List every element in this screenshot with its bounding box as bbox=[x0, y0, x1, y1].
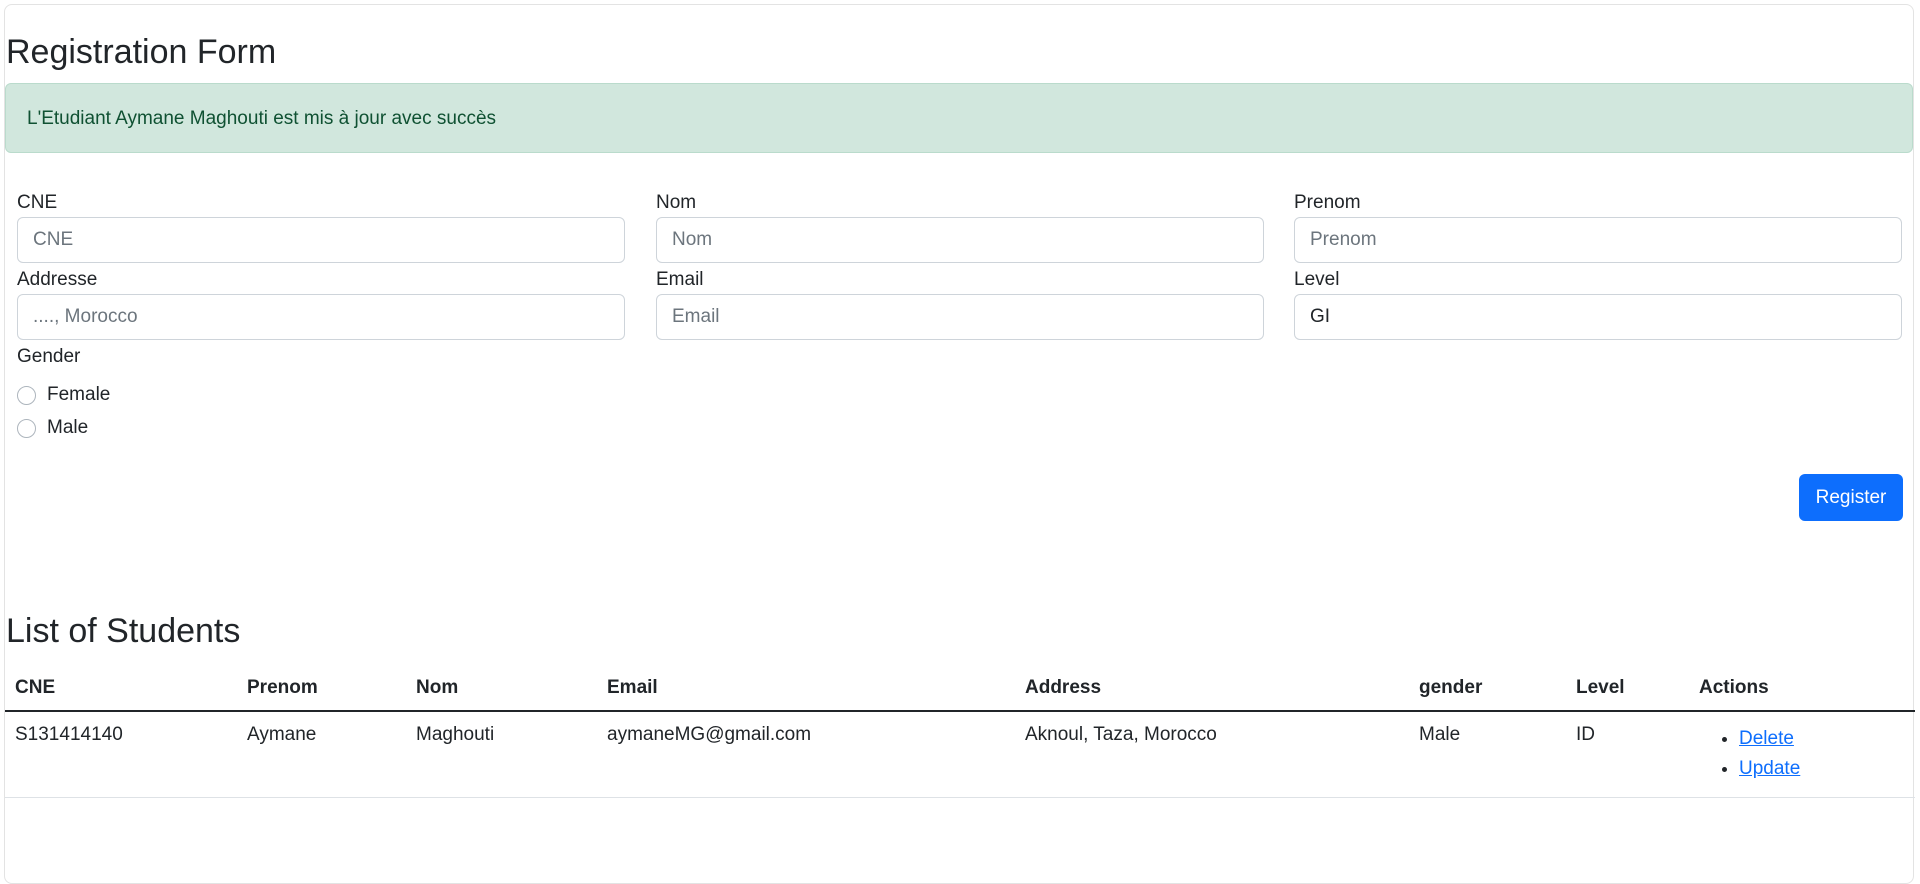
nom-input[interactable] bbox=[656, 217, 1264, 263]
cell-actions: Delete Update bbox=[1689, 711, 1915, 798]
action-item: Update bbox=[1739, 754, 1905, 784]
table-row: S131414140 Aymane Maghouti aymaneMG@gmai… bbox=[5, 711, 1915, 798]
action-item: Delete bbox=[1739, 724, 1905, 754]
column-header: gender bbox=[1409, 665, 1566, 712]
prenom-input[interactable] bbox=[1294, 217, 1902, 263]
prenom-label: Prenom bbox=[1294, 192, 1361, 213]
students-table: CNE Prenom Nom Email Address gender Leve… bbox=[5, 665, 1915, 798]
success-alert: L'Etudiant Aymane Maghouti est mis à jou… bbox=[5, 83, 1913, 153]
nom-label: Nom bbox=[656, 192, 697, 213]
column-header: Address bbox=[1015, 665, 1409, 712]
female-radio[interactable] bbox=[17, 385, 36, 405]
email-label: Email bbox=[656, 269, 704, 290]
address-label: Addresse bbox=[17, 269, 98, 290]
gender-label: Gender bbox=[17, 346, 81, 367]
male-radio[interactable] bbox=[17, 418, 36, 438]
gender-option-female[interactable]: Female bbox=[17, 383, 110, 407]
cell-address: Aknoul, Taza, Morocco bbox=[1015, 711, 1409, 798]
register-button[interactable]: Register bbox=[1799, 474, 1903, 521]
update-link[interactable]: Update bbox=[1739, 758, 1800, 779]
cell-prenom: Aymane bbox=[237, 711, 406, 798]
cell-email: aymaneMG@gmail.com bbox=[597, 711, 1015, 798]
cne-input[interactable] bbox=[17, 217, 625, 263]
cell-level: ID bbox=[1566, 711, 1689, 798]
cell-gender: Male bbox=[1409, 711, 1566, 798]
level-input[interactable] bbox=[1294, 294, 1902, 340]
address-input[interactable] bbox=[17, 294, 625, 340]
cell-nom: Maghouti bbox=[406, 711, 597, 798]
actions-list: Delete Update bbox=[1699, 724, 1905, 784]
column-header: Nom bbox=[406, 665, 597, 712]
cell-cne: S131414140 bbox=[5, 711, 237, 798]
column-header: Email bbox=[597, 665, 1015, 712]
column-header: Prenom bbox=[237, 665, 406, 712]
cne-label: CNE bbox=[17, 192, 58, 213]
list-title: List of Students bbox=[6, 612, 241, 650]
gender-option-male[interactable]: Male bbox=[17, 416, 88, 440]
delete-link[interactable]: Delete bbox=[1739, 728, 1794, 749]
female-radio-label: Female bbox=[47, 384, 111, 405]
level-label: Level bbox=[1294, 269, 1340, 290]
male-radio-label: Male bbox=[47, 417, 89, 438]
email-input[interactable] bbox=[656, 294, 1264, 340]
column-header: CNE bbox=[5, 665, 237, 712]
column-header: Level bbox=[1566, 665, 1689, 712]
page-title: Registration Form bbox=[6, 33, 277, 71]
column-header: Actions bbox=[1689, 665, 1915, 712]
table-header-row: CNE Prenom Nom Email Address gender Leve… bbox=[5, 665, 1915, 712]
